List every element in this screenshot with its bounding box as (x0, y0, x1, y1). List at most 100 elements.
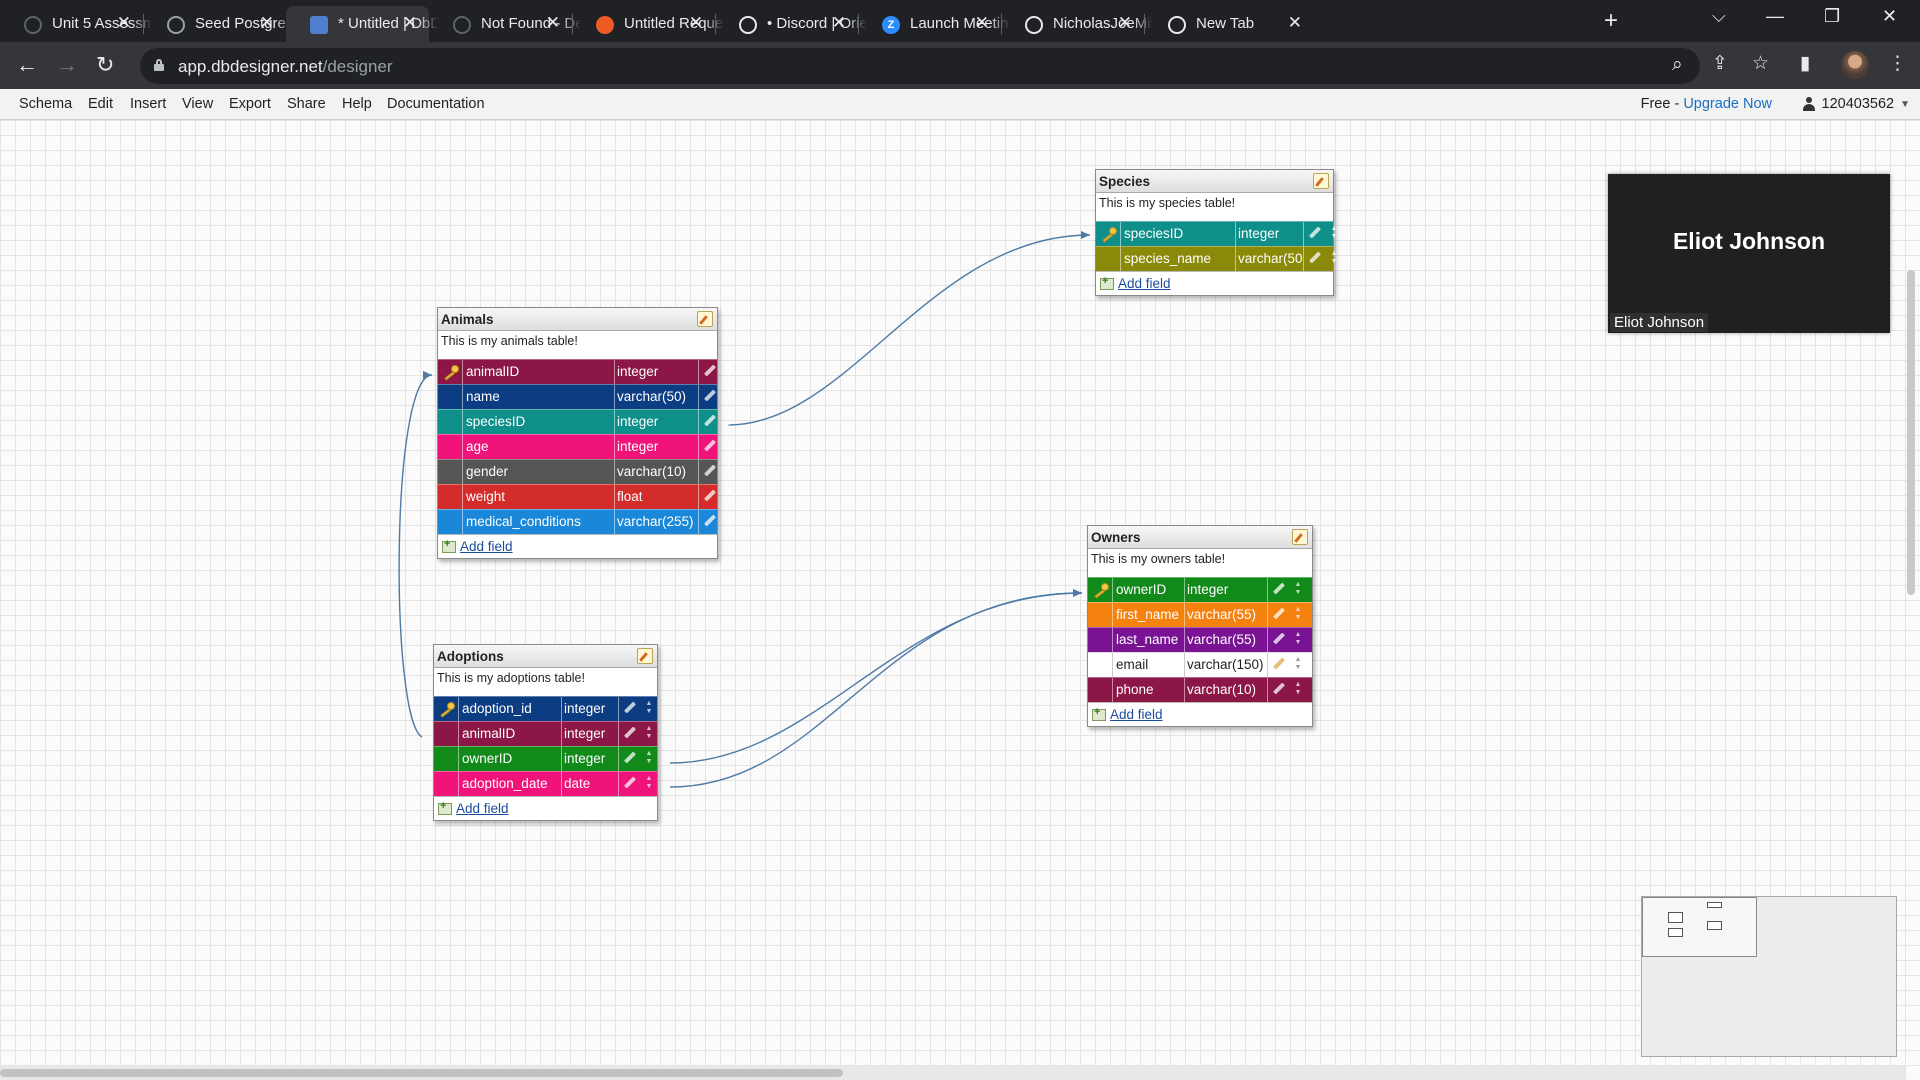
bookmark-star-icon[interactable]: ☆ (1752, 52, 1769, 75)
edit-field-icon[interactable] (623, 776, 637, 790)
minimap[interactable] (1641, 896, 1897, 1057)
reorder-handle-icon[interactable]: ▲ ▼ (724, 413, 734, 431)
minimap-viewport[interactable] (1642, 897, 1757, 957)
field-row[interactable]: age integer ▲ ▼ (438, 434, 732, 459)
reorder-handle-icon[interactable]: ▲ ▼ (1293, 581, 1303, 599)
reorder-handle-icon[interactable]: ▲ ▼ (1293, 681, 1303, 699)
edit-field-icon[interactable] (703, 389, 717, 403)
menu-view[interactable]: View (182, 96, 213, 112)
back-icon[interactable]: ← (16, 52, 38, 78)
menu-schema[interactable]: Schema (19, 96, 72, 112)
add-field-row[interactable]: Add field (1088, 702, 1312, 726)
reorder-handle-icon[interactable]: ▲ ▼ (724, 488, 734, 506)
browser-tab[interactable]: Seed PostgreSQL✕ (143, 6, 295, 42)
menu-edit[interactable]: Edit (88, 96, 113, 112)
close-tab-icon[interactable]: ✕ (546, 13, 560, 33)
add-field-link[interactable]: Add field (1110, 707, 1163, 722)
new-tab-button[interactable]: + (1598, 8, 1624, 34)
close-tab-icon[interactable]: ✕ (832, 13, 846, 33)
edit-field-icon[interactable] (703, 464, 717, 478)
field-row[interactable]: phone varchar(10) ▲ ▼ (1088, 677, 1312, 702)
menu-export[interactable]: Export (229, 96, 271, 112)
field-row[interactable]: species_name varchar(50) ▲ ▼ (1096, 246, 1337, 271)
edit-table-icon[interactable] (1292, 529, 1308, 545)
edit-field-icon[interactable] (1272, 657, 1286, 671)
edit-field-icon[interactable] (1308, 251, 1322, 265)
field-row[interactable]: gender varchar(10) ▲ ▼ (438, 459, 732, 484)
tab-search-icon[interactable]: ⌵ (1712, 6, 1726, 27)
reorder-handle-icon[interactable]: ▲ ▼ (724, 513, 734, 531)
edit-field-icon[interactable] (703, 489, 717, 503)
share-icon[interactable]: ⇪ (1712, 52, 1728, 75)
field-row[interactable]: animalID integer ▲ ▼ (438, 359, 732, 384)
edit-table-icon[interactable] (637, 648, 653, 664)
edit-field-icon[interactable] (1272, 682, 1286, 696)
add-field-link[interactable]: Add field (1118, 276, 1171, 291)
table-animals[interactable]: Animals This is my animals table! animal… (437, 307, 732, 559)
reorder-handle-icon[interactable]: ▲ ▼ (724, 363, 734, 381)
browser-menu-icon[interactable]: ⋮ (1888, 52, 1907, 75)
edit-field-icon[interactable] (623, 751, 637, 765)
zoom-lens-icon[interactable]: ⌕ (1672, 54, 1683, 76)
table-adoptions[interactable]: Adoptions This is my adoptions table! ad… (433, 644, 658, 821)
table-header[interactable]: Species (1096, 170, 1333, 193)
close-tab-icon[interactable]: ✕ (117, 13, 131, 33)
edit-field-icon[interactable] (703, 414, 717, 428)
reorder-handle-icon[interactable]: ▲ ▼ (644, 700, 654, 718)
menu-help[interactable]: Help (342, 96, 372, 112)
browser-tab[interactable]: Unit 5 Assessment✕ (0, 6, 152, 42)
close-tab-icon[interactable]: ✕ (975, 13, 989, 33)
reorder-handle-icon[interactable]: ▲ ▼ (1293, 606, 1303, 624)
table-species[interactable]: Species This is my species table! specie… (1095, 169, 1337, 296)
horizontal-scrollbar[interactable] (0, 1069, 843, 1077)
menu-share[interactable]: Share (287, 96, 326, 112)
field-row[interactable]: name varchar(50) ▲ ▼ (438, 384, 732, 409)
edit-field-icon[interactable] (623, 726, 637, 740)
add-field-icon[interactable] (442, 538, 456, 553)
address-bar[interactable]: app.dbdesigner.net/designer ⌕ (140, 48, 1700, 84)
profile-avatar[interactable] (1841, 51, 1869, 79)
close-tab-icon[interactable]: ✕ (260, 13, 274, 33)
reorder-handle-icon[interactable]: ▲ ▼ (724, 463, 734, 481)
reorder-handle-icon[interactable]: ▲ ▼ (644, 775, 654, 793)
add-field-link[interactable]: Add field (456, 801, 509, 816)
vertical-scrollbar[interactable] (1907, 270, 1915, 595)
field-row[interactable]: adoption_date date ▲ ▼ (434, 771, 657, 796)
restore-icon[interactable]: ❐ (1824, 6, 1840, 27)
reorder-handle-icon[interactable]: ▲ ▼ (724, 438, 734, 456)
field-row[interactable]: speciesID integer ▲ ▼ (1096, 221, 1337, 246)
field-row[interactable]: animalID integer ▲ ▼ (434, 721, 657, 746)
table-owners[interactable]: Owners This is my owners table! ownerID i… (1087, 525, 1313, 727)
add-field-row[interactable]: Add field (438, 534, 717, 558)
field-row[interactable]: ownerID integer ▲ ▼ (1088, 577, 1312, 602)
field-row[interactable]: adoption_id integer ▲ ▼ (434, 696, 657, 721)
reload-icon[interactable]: ↻ (96, 52, 114, 78)
reorder-handle-icon[interactable]: ▲ ▼ (1329, 250, 1339, 268)
add-field-icon[interactable] (438, 800, 452, 815)
edit-table-icon[interactable] (1313, 173, 1329, 189)
lock-icon[interactable] (154, 59, 164, 71)
add-field-row[interactable]: Add field (434, 796, 657, 820)
browser-tab[interactable]: Untitled Request ✕ (572, 6, 724, 42)
field-row[interactable]: first_name varchar(55) ▲ ▼ (1088, 602, 1312, 627)
edit-field-icon[interactable] (703, 364, 717, 378)
table-header[interactable]: Adoptions (434, 645, 657, 668)
field-row[interactable]: weight float ▲ ▼ (438, 484, 732, 509)
edit-field-icon[interactable] (1272, 632, 1286, 646)
menu-documentation[interactable]: Documentation (387, 96, 485, 112)
browser-tab[interactable]: * Untitled | DbDesigner✕ (286, 6, 438, 42)
reorder-handle-icon[interactable]: ▲ ▼ (724, 388, 734, 406)
add-field-icon[interactable] (1092, 706, 1106, 721)
close-tab-icon[interactable]: ✕ (1118, 13, 1132, 33)
edit-field-icon[interactable] (1272, 607, 1286, 621)
upgrade-link[interactable]: Upgrade Now (1683, 96, 1772, 112)
edit-table-icon[interactable] (697, 311, 713, 327)
side-panel-icon[interactable]: ▮ (1800, 52, 1810, 75)
field-row[interactable]: last_name varchar(55) ▲ ▼ (1088, 627, 1312, 652)
edit-field-icon[interactable] (703, 439, 717, 453)
designer-canvas[interactable]: Species This is my species table! specie… (0, 120, 1920, 1080)
reorder-handle-icon[interactable]: ▲ ▼ (644, 725, 654, 743)
reorder-handle-icon[interactable]: ▲ ▼ (1293, 656, 1303, 674)
add-field-row[interactable]: Add field (1096, 271, 1333, 295)
user-menu[interactable]: 120403562 ▼ (1802, 96, 1910, 112)
